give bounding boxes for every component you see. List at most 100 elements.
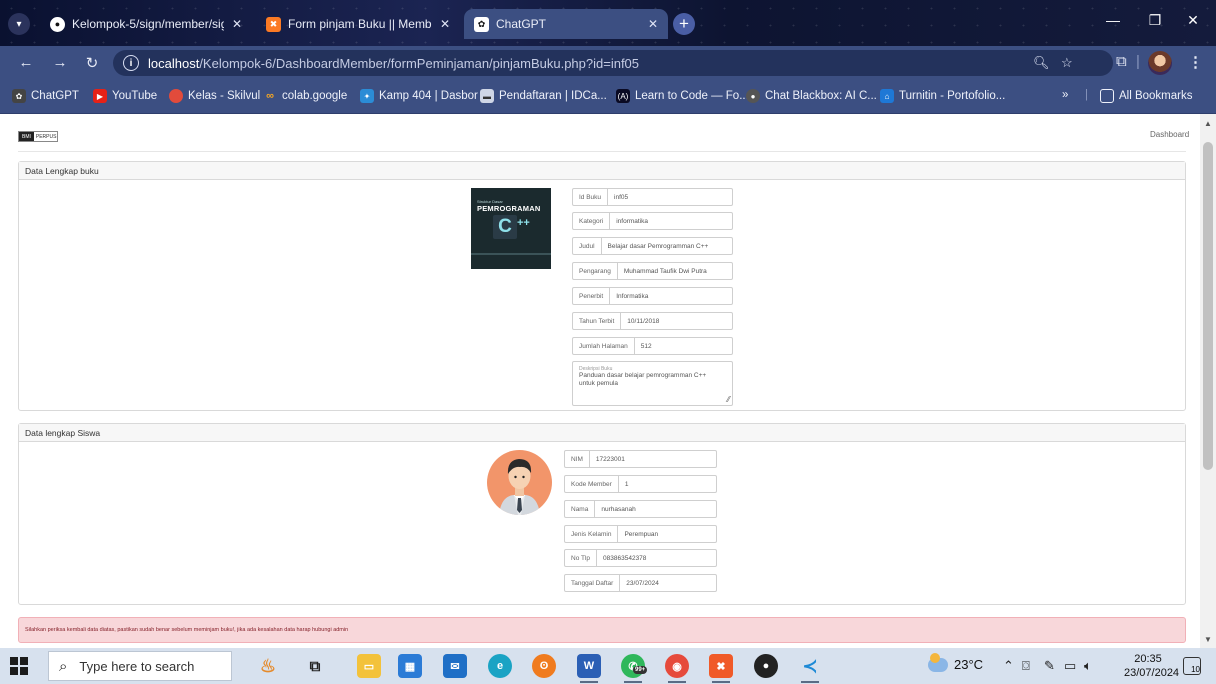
address-bar[interactable]: i localhost/Kelompok-6/DashboardMember/f… xyxy=(113,50,1113,76)
taskbar-search-input[interactable]: ⌕ Type here to search xyxy=(48,651,232,681)
tray-device-icon[interactable]: ⌼ xyxy=(1022,658,1030,674)
dashboard-link[interactable]: Dashboard xyxy=(1150,130,1189,139)
tab-title: ChatGPT xyxy=(496,17,547,31)
student-card-header: Data lengkap Siswa xyxy=(19,424,1185,442)
field-kode-member[interactable]: Kode Member 1 xyxy=(564,475,717,493)
chrome-icon[interactable]: ◉ xyxy=(665,654,689,683)
scroll-up-icon[interactable]: ▲ xyxy=(1200,116,1216,130)
chatgpt-icon: ✿ xyxy=(474,16,489,32)
weather-cloud-icon xyxy=(928,652,948,672)
pen-icon[interactable]: ✎ xyxy=(1044,658,1055,674)
bookmark-star-icon[interactable]: ☆ xyxy=(1061,55,1073,71)
file-explorer-icon[interactable]: ▭ xyxy=(357,654,381,678)
field-jenis-kelamin[interactable]: Jenis Kelamin Perempuan xyxy=(564,525,717,543)
blackbox-icon: ● xyxy=(746,89,760,103)
scrollbar-thumb[interactable] xyxy=(1203,142,1213,470)
field-tanggal-daftar[interactable]: Tanggal Daftar 23/07/2024 xyxy=(564,574,717,592)
tray-chevron-icon[interactable]: ⌃ xyxy=(1003,658,1014,674)
close-icon[interactable]: ✕ xyxy=(440,17,450,31)
tab-chatgpt[interactable]: ✿ ChatGPT ✕ xyxy=(464,9,668,39)
window-close-icon[interactable]: ✕ xyxy=(1178,12,1208,29)
bookmark-colab[interactable]: ∞ colab.google xyxy=(263,89,347,103)
field-kategori[interactable]: Kategori informatika xyxy=(572,212,733,230)
mail-icon[interactable]: ✉ xyxy=(443,654,467,678)
store-icon[interactable]: ▦ xyxy=(398,654,422,678)
xampp-icon: ✖ xyxy=(266,16,281,32)
xampp-taskbar-icon[interactable]: ✖ xyxy=(709,654,733,683)
windows-start-icon[interactable] xyxy=(10,657,28,675)
url-path: /Kelompok-6/DashboardMember/formPeminjam… xyxy=(199,55,640,71)
back-icon[interactable]: ← xyxy=(16,54,36,71)
new-tab-button[interactable]: + xyxy=(673,13,695,35)
bookmarks-bar: ✿ ChatGPT ▶ YouTube Kelas - Skilvul ∞ co… xyxy=(0,80,1216,114)
kamp404-icon: ✦ xyxy=(360,89,374,103)
field-nama[interactable]: Nama nurhasanah xyxy=(564,500,717,518)
bookmark-idcamp[interactable]: ▬ Pendaftaran | IDCa... xyxy=(480,89,607,103)
close-icon[interactable]: ✕ xyxy=(648,17,658,31)
browser-menu-icon[interactable]: ⋮ xyxy=(1188,53,1203,71)
cortana-mascot-icon[interactable]: ♨ xyxy=(256,654,280,678)
tab-github[interactable]: ● Kelompok-5/sign/member/sign ✕ xyxy=(40,9,252,39)
field-deskripsi-buku[interactable]: Deskripsi Buku Panduan dasar belajar pem… xyxy=(572,361,733,406)
reload-icon[interactable]: ↻ xyxy=(82,54,102,72)
edge-icon[interactable]: e xyxy=(488,654,512,678)
field-penerbit[interactable]: Penerbit Informatika xyxy=(572,287,733,305)
word-icon[interactable]: W xyxy=(577,654,601,683)
tab-search-menu-icon[interactable]: ▾ xyxy=(8,13,30,35)
site-logo[interactable]: BMI PERPUS xyxy=(18,131,58,142)
forward-icon[interactable]: → xyxy=(50,54,70,71)
bookmark-kamp404[interactable]: ✦ Kamp 404 | Dasbor xyxy=(360,89,478,103)
search-icon: ⌕ xyxy=(59,657,68,675)
skilvul-icon xyxy=(169,89,183,103)
field-judul[interactable]: Judul Belajar dasar Pemrogramman C++ xyxy=(572,237,733,255)
browser-toolbar: ← → ↻ i localhost/Kelompok-6/DashboardMe… xyxy=(0,46,1216,80)
scroll-down-icon[interactable]: ▼ xyxy=(1200,632,1216,646)
network-icon[interactable]: ▭ xyxy=(1064,658,1076,674)
field-pengarang[interactable]: Pengarang Muhammad Taufik Dwi Putra xyxy=(572,262,733,280)
bookmark-turnitin[interactable]: ⌂ Turnitin - Portofolio... xyxy=(880,89,1005,103)
resize-grip-icon[interactable]: ⁄⁄ xyxy=(727,395,730,404)
field-nim[interactable]: NIM 17223001 xyxy=(564,450,717,468)
field-jumlah-halaman[interactable]: Jumlah Halaman 512 xyxy=(572,337,733,355)
colab-icon: ∞ xyxy=(266,90,274,102)
page-viewport: BMI PERPUS Dashboard Data Lengkap buku S… xyxy=(0,114,1216,648)
firefox-icon[interactable]: ʘ xyxy=(532,654,556,678)
profile-avatar[interactable] xyxy=(1148,51,1172,75)
student-avatar xyxy=(487,450,552,515)
tab-form-pinjam[interactable]: ✖ Form pinjam Buku || Member ✕ xyxy=(256,9,460,39)
all-bookmarks-button[interactable]: All Bookmarks xyxy=(1100,89,1193,103)
volume-icon[interactable]: 🔈︎ xyxy=(1084,658,1092,674)
book-card-header: Data Lengkap buku xyxy=(19,162,1185,180)
youtube-icon: ▶ xyxy=(93,89,107,103)
restore-icon[interactable]: ❐ xyxy=(1140,12,1170,29)
vscode-icon[interactable]: ≺ xyxy=(798,654,822,683)
zoom-icon[interactable]: 🔍︎ xyxy=(1033,55,1050,71)
whatsapp-badge: 99+ xyxy=(633,666,648,674)
page-scrollbar[interactable]: ▲ ▼ xyxy=(1200,114,1216,648)
idcamp-icon: ▬ xyxy=(480,89,494,103)
github-desktop-icon[interactable]: ● xyxy=(754,654,778,678)
bookmark-freecodecamp[interactable]: (A) Learn to Code — Fo... xyxy=(616,89,749,103)
close-icon[interactable]: ✕ xyxy=(232,17,242,31)
field-no-tlp[interactable]: No Tlp 083863542378 xyxy=(564,549,717,567)
freecodecamp-icon: (A) xyxy=(616,89,630,103)
site-info-icon[interactable]: i xyxy=(123,55,139,71)
student-data-card: Data lengkap Siswa NIM 17223001 Kode Mem… xyxy=(18,423,1186,605)
bookmark-skilvul[interactable]: Kelas - Skilvul xyxy=(169,89,260,103)
extensions-icon[interactable]: ⧉ xyxy=(1116,53,1127,70)
field-tahun-terbit[interactable]: Tahun Terbit 10/11/2018 xyxy=(572,312,733,330)
field-id-buku[interactable]: Id Buku inf05 xyxy=(572,188,733,206)
bookmark-chatgpt[interactable]: ✿ ChatGPT xyxy=(12,89,79,103)
system-clock[interactable]: 20:35 23/07/2024 xyxy=(1124,652,1179,680)
notification-center-icon[interactable]: 10 xyxy=(1183,657,1201,675)
whatsapp-icon[interactable]: ✆ 99+ xyxy=(621,654,648,683)
bookmark-youtube[interactable]: ▶ YouTube xyxy=(93,89,157,103)
bookmark-blackbox[interactable]: ● Chat Blackbox: AI C... xyxy=(746,89,877,103)
book-data-card: Data Lengkap buku Struktur Dasar PEMROGR… xyxy=(18,161,1186,411)
warning-alert: Silahkan periksa kembali data diatas, pa… xyxy=(18,617,1186,643)
task-view-icon[interactable]: ⧉ xyxy=(303,654,327,678)
bookmarks-overflow-button[interactable]: » xyxy=(1062,89,1068,101)
weather-widget[interactable]: 23°C xyxy=(928,652,983,672)
minimize-icon[interactable]: — xyxy=(1098,12,1128,28)
toolbar-divider: | xyxy=(1136,53,1140,70)
